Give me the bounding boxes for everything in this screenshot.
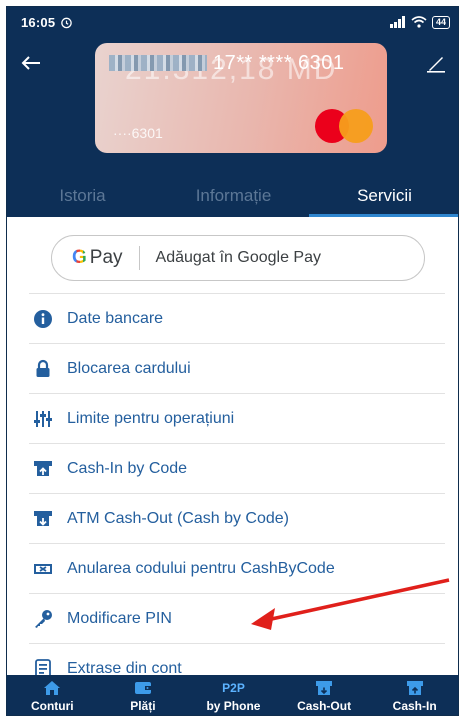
cash-out-icon [316, 680, 333, 695]
services-panel: G Pay Adăugat în Google Pay Date bancare… [7, 217, 458, 679]
tab-bar: Istoria Informație Servicii [7, 175, 458, 217]
pencil-icon [427, 57, 445, 73]
home-icon [44, 680, 61, 695]
cancel-code-icon [33, 559, 53, 579]
google-pay-logo: G Pay [72, 247, 123, 269]
bottom-navigation: Conturi Plăți P2P by Phone Cash-Out Cash… [7, 675, 458, 715]
back-button[interactable] [19, 51, 43, 75]
service-anulare-cod[interactable]: Anularea codului pentru CashByCode [29, 543, 445, 593]
wifi-icon [411, 16, 427, 28]
info-icon [33, 309, 53, 329]
service-label: Cash-In by Code [67, 459, 188, 477]
masked-digits [109, 55, 207, 71]
google-pay-button[interactable]: G Pay Adăugat în Google Pay [51, 235, 425, 281]
edit-button[interactable] [424, 51, 448, 75]
cash-in-nav-icon [406, 680, 423, 695]
card-number-text: 17** **** 6301 [213, 51, 345, 74]
divider [138, 246, 140, 270]
service-cash-in-by-code[interactable]: Cash-In by Code [29, 443, 445, 493]
tab-istoria[interactable]: Istoria [7, 175, 158, 217]
key-icon [33, 609, 53, 629]
service-blocarea-cardului[interactable]: Blocarea cardului [29, 343, 445, 393]
card-last-digits: ····6301 [113, 125, 163, 141]
service-label: Modificare PIN [67, 609, 172, 627]
arrow-left-icon [21, 56, 40, 70]
service-list: Date bancare Blocarea cardului Limite pe… [29, 293, 445, 693]
service-atm-cash-out[interactable]: ATM Cash-Out (Cash by Code) [29, 493, 445, 543]
nav-by-phone[interactable]: P2P by Phone [188, 675, 279, 715]
nav-conturi[interactable]: Conturi [7, 675, 98, 715]
mastercard-logo [315, 109, 373, 143]
nav-cash-in[interactable]: Cash-In [369, 675, 458, 715]
atm-cash-out-icon [33, 509, 53, 529]
signal-icon [389, 16, 405, 28]
card-header: 16:05 44 21.312,18 MD ····6301 17** ****… [7, 7, 458, 217]
service-label: Date bancare [67, 309, 164, 327]
tab-servicii[interactable]: Servicii [309, 175, 458, 217]
nav-label: Conturi [30, 698, 74, 713]
card-number: 17** **** 6301 [109, 52, 345, 75]
google-pay-brand: Pay [89, 247, 123, 268]
service-label: Limite pentru operațiuni [67, 409, 235, 427]
status-icons: 44 [389, 15, 450, 29]
tab-informatie[interactable]: Informație [158, 175, 309, 217]
alarm-icon [61, 17, 73, 28]
p2p-icon: P2P [222, 680, 245, 695]
status-bar: 16:05 44 [7, 7, 458, 37]
nav-cash-out[interactable]: Cash-Out [279, 675, 370, 715]
title-row: 17** **** 6301 [7, 43, 458, 83]
nav-label: Plăți [130, 698, 156, 713]
service-limite[interactable]: Limite pentru operațiuni [29, 393, 445, 443]
service-modificare-pin[interactable]: Modificare PIN [29, 593, 445, 643]
wallet-icon [134, 681, 151, 694]
google-g-icon: G [72, 247, 87, 268]
google-pay-status: Adăugat în Google Pay [155, 249, 321, 266]
battery-indicator: 44 [431, 15, 450, 29]
nav-label: by Phone [206, 698, 261, 713]
service-date-bancare[interactable]: Date bancare [29, 293, 445, 343]
sliders-icon [33, 409, 53, 429]
lock-icon [33, 359, 53, 379]
app-screen: 16:05 44 21.312,18 MD ····6301 17** ****… [6, 6, 459, 716]
cash-in-icon [33, 459, 53, 479]
service-label: Blocarea cardului [67, 359, 191, 377]
service-label: ATM Cash-Out (Cash by Code) [67, 509, 289, 527]
status-time: 16:05 [21, 14, 56, 30]
nav-plati[interactable]: Plăți [98, 675, 189, 715]
service-label: Anularea codului pentru CashByCode [67, 559, 335, 577]
nav-label: Cash-Out [297, 698, 352, 713]
nav-label: Cash-In [392, 698, 437, 713]
